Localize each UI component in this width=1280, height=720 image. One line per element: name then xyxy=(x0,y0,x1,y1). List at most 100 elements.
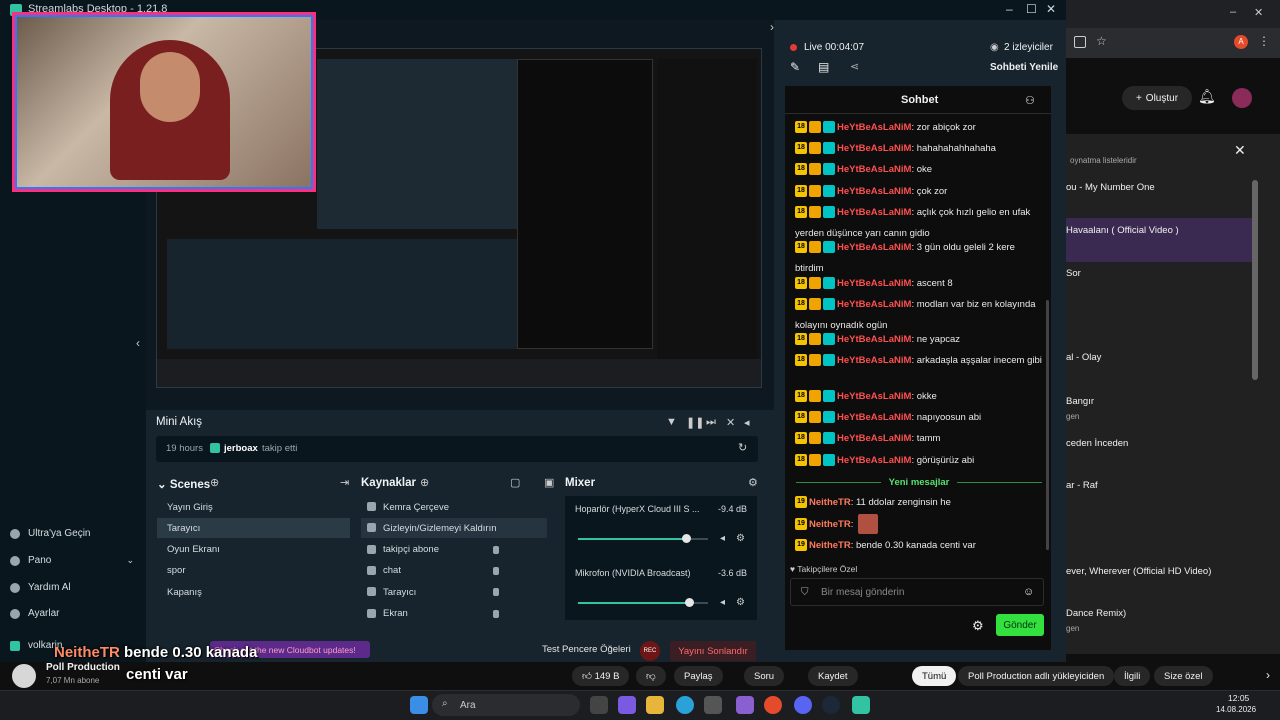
source-folder-icon[interactable]: ▢ xyxy=(510,476,520,489)
speaker-volume-knob[interactable] xyxy=(682,534,691,543)
store-icon[interactable] xyxy=(704,696,722,714)
profile-avatar[interactable]: A xyxy=(1234,35,1248,49)
scrollbar[interactable] xyxy=(1252,180,1258,380)
channel-name[interactable]: Poll Production xyxy=(46,662,120,673)
source-item[interactable]: Ekran xyxy=(361,604,547,624)
mute-alerts-icon[interactable]: ✕ xyxy=(726,416,735,429)
test-widgets-button[interactable]: Test Pencere Öğeleri xyxy=(542,644,631,655)
record-button[interactable]: REC xyxy=(640,641,660,661)
star-icon[interactable]: ☆ xyxy=(1096,34,1107,48)
edge-icon[interactable] xyxy=(676,696,694,714)
speaker-mute-icon[interactable]: ◂ xyxy=(720,533,725,544)
share-icon[interactable]: ⋖ xyxy=(850,60,859,73)
chat-username[interactable]: HeYtBeAsLaNiM xyxy=(837,433,911,444)
chrome-icon[interactable] xyxy=(764,696,782,714)
chat-username[interactable]: HeYtBeAsLaNiM xyxy=(837,242,911,253)
chat-username[interactable]: NeitheTR xyxy=(809,519,851,530)
chat-message-input[interactable]: ⛉ Bir mesaj gönderin ☺ xyxy=(790,578,1044,606)
lock-icon[interactable] xyxy=(493,588,499,597)
scene-item[interactable]: spor xyxy=(157,561,350,581)
playlist-item[interactable]: al - Olay xyxy=(1066,352,1246,363)
playlist-item[interactable]: ceden İnceden xyxy=(1066,438,1246,449)
chip-all[interactable]: Tümü xyxy=(912,666,957,686)
speaker-settings-icon[interactable]: ⚙ xyxy=(736,533,745,544)
chat-username[interactable]: HeYtBeAsLaNiM xyxy=(837,278,911,289)
emoji-icon[interactable]: ☺ xyxy=(1023,586,1034,598)
scene-item[interactable]: Yayın Giriş xyxy=(157,497,350,517)
steam-icon[interactable] xyxy=(822,696,840,714)
mic-settings-icon[interactable]: ⚙ xyxy=(736,597,745,608)
folder-icon[interactable] xyxy=(646,696,664,714)
playlist-item[interactable]: Sor xyxy=(1066,268,1246,279)
ask-button[interactable]: Soru xyxy=(744,666,785,686)
sidebar-item-ultra[interactable]: Ultra'ya Geçin xyxy=(10,528,134,539)
source-add-folder-icon[interactable]: ▣ xyxy=(544,476,554,489)
create-button[interactable]: + Oluştur xyxy=(1122,86,1192,110)
chat-scrollbar[interactable] xyxy=(1046,300,1049,550)
source-item[interactable]: takipçi abone xyxy=(361,540,547,560)
chat-username[interactable]: HeYtBeAsLaNiM xyxy=(837,186,911,197)
filter-icon[interactable]: ▼ xyxy=(666,416,677,428)
playlist-item[interactable]: Dance Remix) xyxy=(1066,608,1246,619)
like-button[interactable]: 👍︎ 149 B xyxy=(572,666,630,686)
start-icon[interactable] xyxy=(410,696,428,714)
sidebar-item-settings[interactable]: Ayarlar xyxy=(10,608,134,619)
taskbar-search[interactable]: ⌕ Ara xyxy=(432,694,580,716)
end-stream-button[interactable]: Yayını Sonlandır xyxy=(670,641,756,661)
task-view-icon[interactable] xyxy=(590,696,608,714)
screen-icon[interactable] xyxy=(1074,36,1086,48)
add-source-icon[interactable]: ⊕ xyxy=(420,476,429,489)
lock-icon[interactable] xyxy=(493,566,499,575)
chips-next-icon[interactable]: › xyxy=(1266,668,1270,682)
chat-username[interactable]: HeYtBeAsLaNiM xyxy=(837,455,911,466)
chat-username[interactable]: HeYtBeAsLaNiM xyxy=(837,391,911,402)
playlist-item[interactable]: Bangır xyxy=(1066,396,1246,407)
chat-username[interactable]: HeYtBeAsLaNiM xyxy=(837,412,911,423)
close-icon[interactable]: ✕ xyxy=(1234,142,1246,159)
share-button[interactable]: Paylaş xyxy=(674,666,723,686)
playlist-item[interactable]: ou - My Number One xyxy=(1066,182,1246,193)
playlist-item[interactable]: gen xyxy=(1066,412,1246,421)
chip-for-you[interactable]: Size özel xyxy=(1154,666,1213,686)
user-avatar[interactable] xyxy=(1232,88,1252,108)
lock-icon[interactable] xyxy=(493,609,499,618)
chevron-left-icon[interactable]: ‹ xyxy=(136,336,140,350)
more-icon[interactable]: ⋮ xyxy=(1258,34,1270,48)
chat-username[interactable]: HeYtBeAsLaNiM xyxy=(837,355,911,366)
add-scene-icon[interactable]: ⊕ xyxy=(210,476,219,489)
chip-uploader[interactable]: Poll Production adlı yükleyiciden xyxy=(958,666,1115,686)
photoshop-icon[interactable] xyxy=(618,696,636,714)
refresh-icon[interactable]: ↻ xyxy=(738,441,747,454)
chat-username[interactable]: HeYtBeAsLaNiM xyxy=(837,207,911,218)
skip-icon[interactable]: ⏭︎ xyxy=(706,416,716,429)
refresh-chat-button[interactable]: Sohbeti Yenile xyxy=(990,62,1058,73)
playlist-item[interactable]: ar - Raf xyxy=(1066,480,1246,491)
chat-settings-icon[interactable]: ⚙ xyxy=(972,618,984,634)
send-button[interactable]: Gönder xyxy=(996,614,1044,636)
source-item[interactable]: Tarayıcı xyxy=(361,582,547,602)
save-button[interactable]: Kaydet xyxy=(808,666,858,686)
chat-username[interactable]: HeYtBeAsLaNiM xyxy=(837,164,911,175)
source-item[interactable]: Gizleyin/Gizlemeyi Kaldırın xyxy=(361,518,547,539)
app-icon[interactable] xyxy=(736,696,754,714)
minimize-button[interactable]: – xyxy=(1006,2,1013,16)
sidebar-item-help[interactable]: Yardım Al xyxy=(10,582,134,593)
streamlabs-taskbar-icon[interactable] xyxy=(852,696,870,714)
chat-username[interactable]: HeYtBeAsLaNiM xyxy=(837,334,911,345)
mic-volume-knob[interactable] xyxy=(685,598,694,607)
chat-username[interactable]: HeYtBeAsLaNiM xyxy=(837,299,911,310)
layout-icon[interactable]: ▤ xyxy=(818,60,829,74)
volume-icon[interactable]: ◂ xyxy=(744,416,750,429)
playlist-item[interactable]: Havaalanı ( Official Video ) xyxy=(1066,225,1246,236)
users-icon[interactable]: ⚇ xyxy=(1025,94,1035,107)
dislike-button[interactable]: 👎︎ xyxy=(636,666,666,686)
browser-minimize-button[interactable]: – xyxy=(1230,6,1236,18)
scene-item[interactable]: Oyun Ekranı xyxy=(157,540,350,560)
chat-username[interactable]: HeYtBeAsLaNiM xyxy=(837,143,911,154)
lock-icon[interactable] xyxy=(493,545,499,554)
scene-item[interactable]: Tarayıcı xyxy=(157,518,350,539)
source-item[interactable]: chat xyxy=(361,561,547,581)
scene-item[interactable]: Kapanış xyxy=(157,582,350,602)
chat-username[interactable]: HeYtBeAsLaNiM xyxy=(837,122,911,133)
mic-mute-icon[interactable]: ◂ xyxy=(720,597,725,608)
